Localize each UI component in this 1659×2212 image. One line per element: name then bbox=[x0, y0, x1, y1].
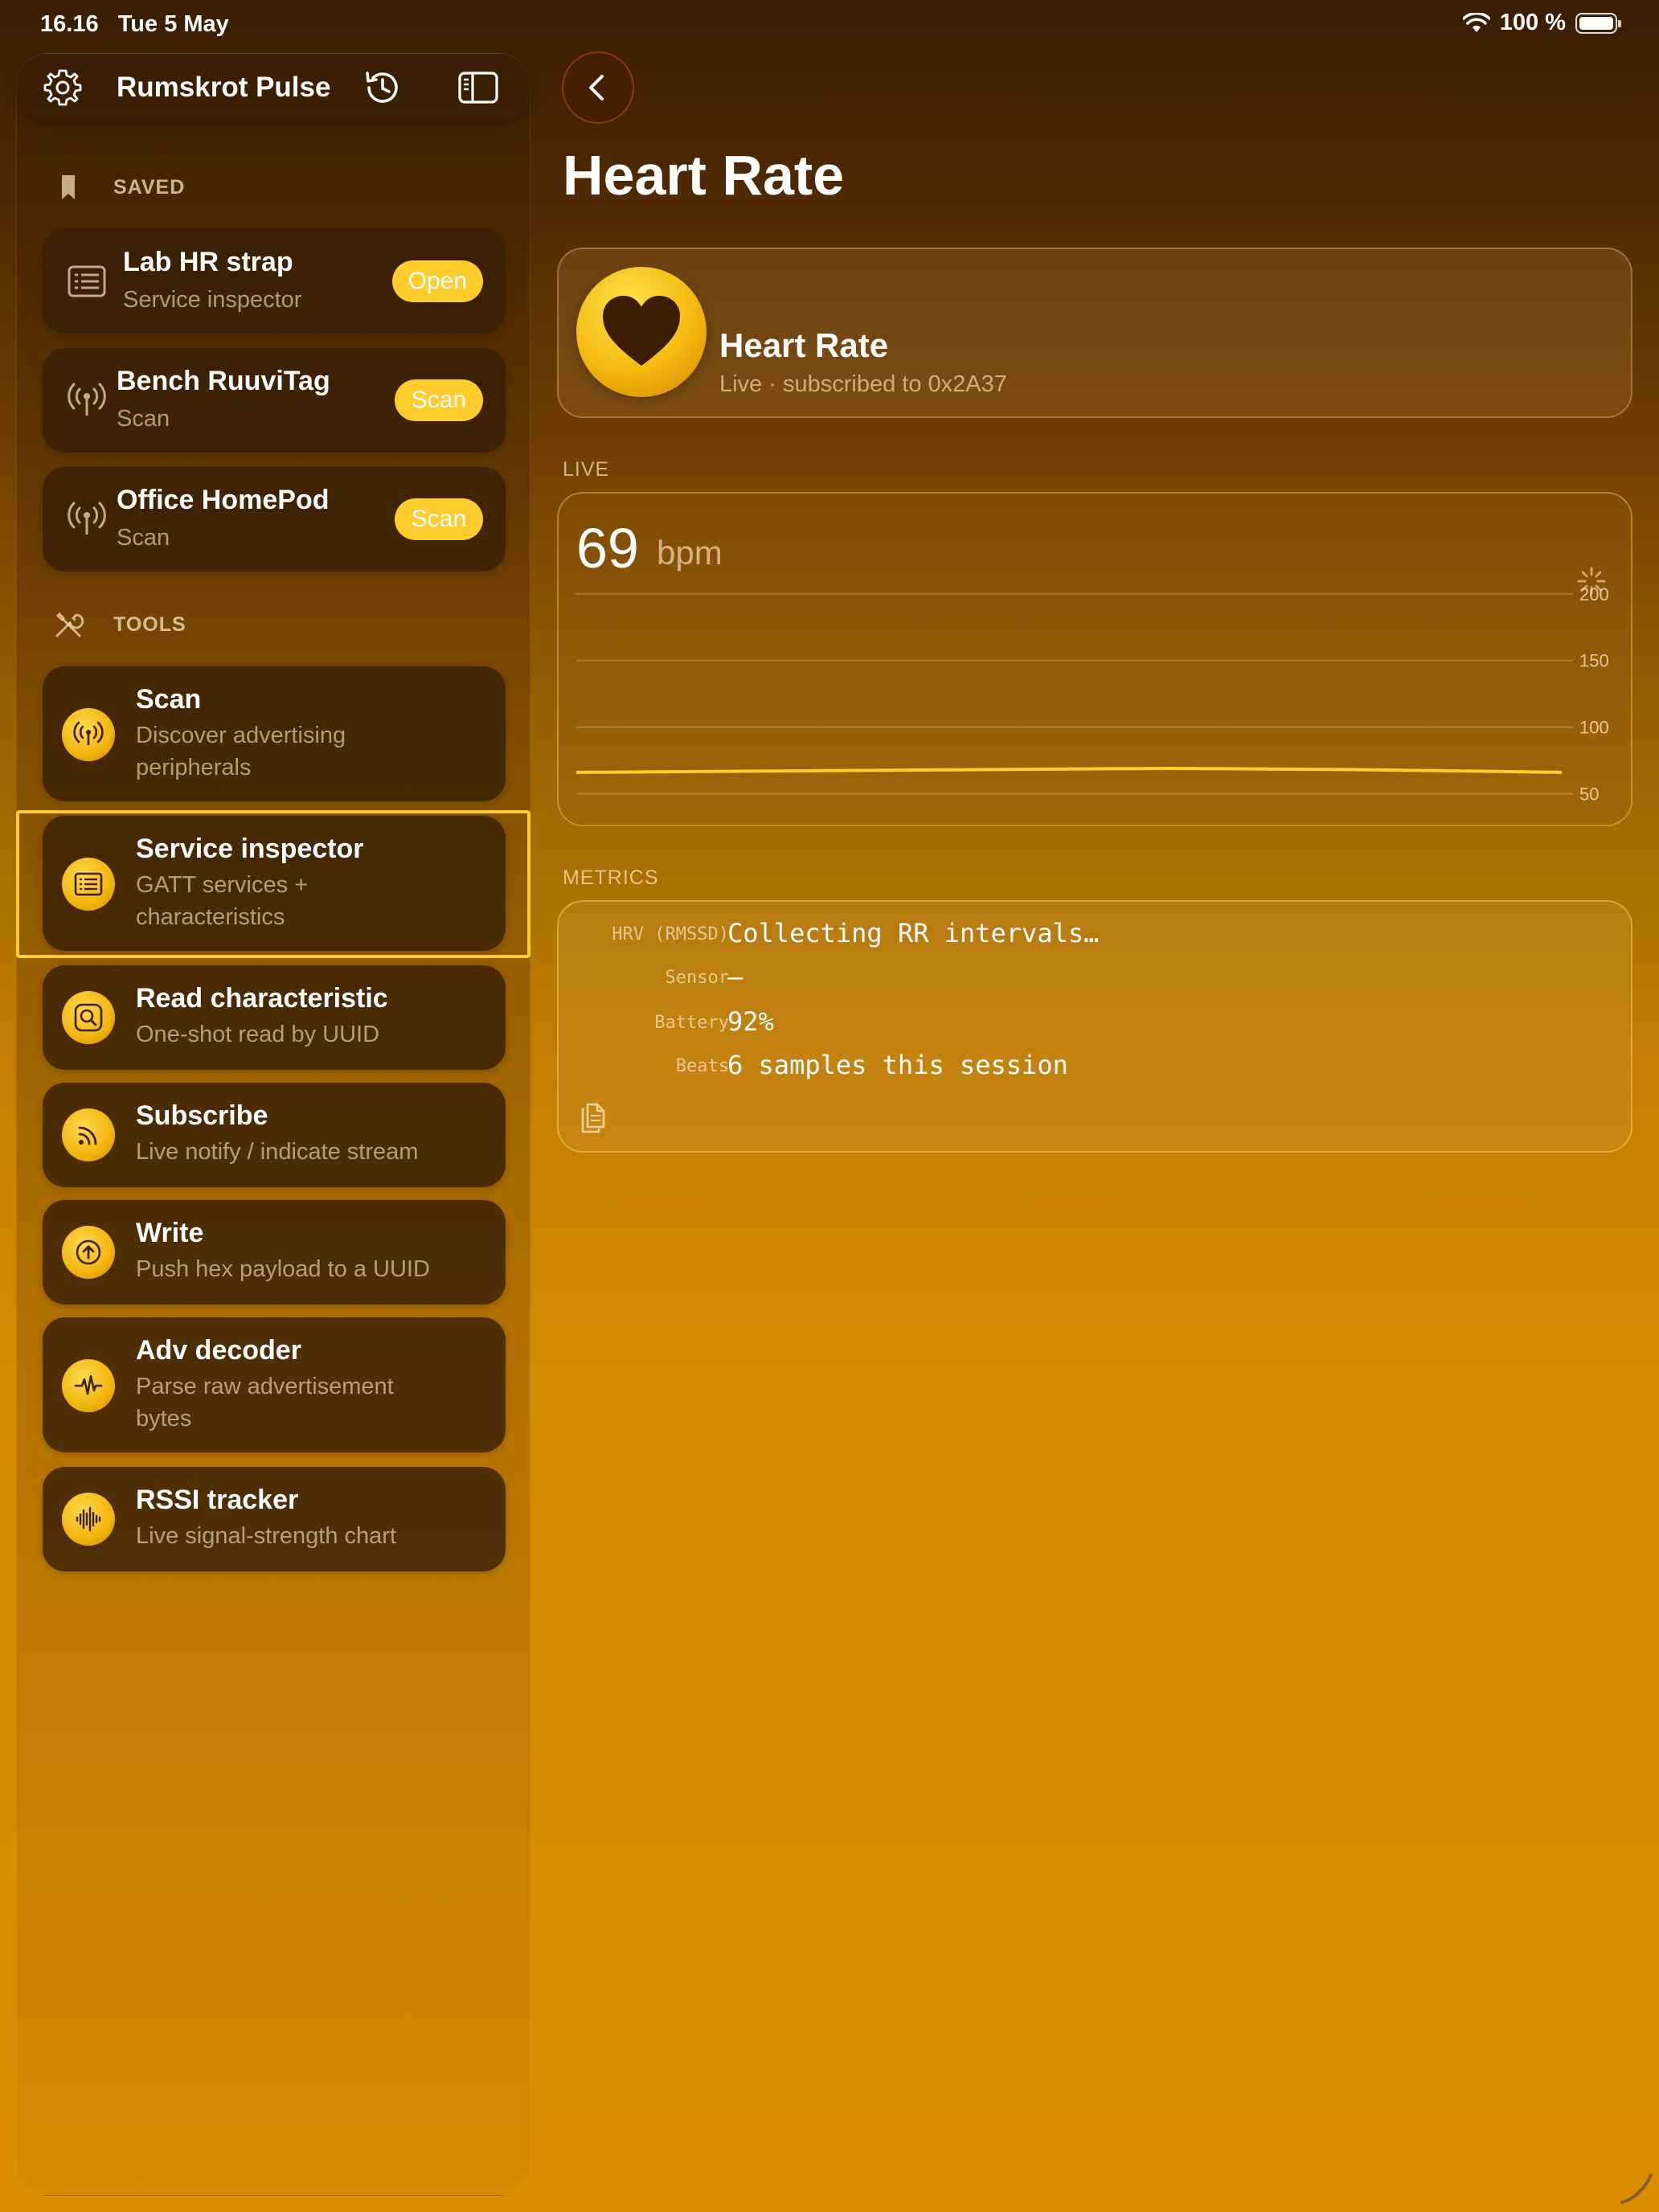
tool-adv-decoder[interactable]: Adv decoder Parse raw advertisement byte… bbox=[43, 1317, 506, 1452]
metric-row-hrv: HRV (RMSSD) Collecting RR intervals… bbox=[559, 918, 1634, 958]
tool-title: Scan bbox=[136, 684, 202, 715]
y-tick-label: 100 bbox=[1579, 718, 1609, 738]
tool-subtitle: Live signal-strength chart bbox=[136, 1523, 396, 1549]
metric-key: Beats bbox=[675, 1056, 729, 1076]
scan-button[interactable]: Scan bbox=[395, 498, 483, 540]
y-tick-label: 150 bbox=[1579, 651, 1609, 671]
metrics-section-title: METRICS bbox=[563, 866, 659, 889]
upload-icon bbox=[62, 1226, 115, 1279]
tool-subtitle: One-shot read by UUID bbox=[136, 1022, 380, 1047]
characteristic-header-card: Heart Rate Live · subscribed to 0x2A37 bbox=[557, 248, 1632, 418]
list-icon bbox=[62, 858, 115, 911]
metric-key: Sensor bbox=[665, 968, 729, 988]
metrics-card: HRV (RMSSD) Collecting RR intervals… Sen… bbox=[557, 900, 1632, 1153]
metric-key: HRV (RMSSD) bbox=[612, 924, 729, 944]
page-title: Heart Rate bbox=[563, 144, 845, 207]
copy-icon[interactable] bbox=[576, 1098, 612, 1133]
y-tick-label: 50 bbox=[1579, 784, 1599, 804]
sidebar-toggle-icon[interactable] bbox=[457, 68, 499, 107]
signal-wave-icon bbox=[62, 1493, 115, 1546]
saved-item-subtitle: Service inspector bbox=[123, 287, 302, 313]
tool-subtitle: Push hex payload to a UUID bbox=[136, 1256, 430, 1282]
app-title: Rumskrot Pulse bbox=[117, 72, 331, 103]
saved-item-lab-hr-strap[interactable]: Lab HR strap Service inspector Open bbox=[43, 229, 506, 334]
status-time: 16.16 Tue 5 May bbox=[40, 11, 229, 38]
antenna-icon bbox=[62, 708, 115, 761]
tool-title: Adv decoder bbox=[136, 1335, 301, 1366]
status-clock: 16.16 bbox=[40, 11, 99, 37]
tool-title: Read characteristic bbox=[136, 983, 388, 1014]
tool-subtitle-line-1: Discover advertising bbox=[136, 723, 346, 748]
status-date: Tue 5 May bbox=[117, 11, 229, 37]
saved-item-office-homepod[interactable]: Office HomePod Scan Scan bbox=[43, 467, 506, 571]
tool-subtitle-line-1: GATT services + bbox=[136, 872, 309, 898]
antenna-icon bbox=[68, 502, 106, 535]
metric-row-sensor: Sensor — bbox=[559, 961, 1634, 1002]
tools-section-title: TOOLS bbox=[113, 613, 186, 636]
status-indicators: 100 % bbox=[1462, 10, 1621, 36]
service-inspector-icon bbox=[68, 265, 106, 297]
wifi-icon bbox=[1462, 12, 1490, 32]
metric-value: — bbox=[727, 961, 743, 992]
live-chart-card: 69 bpm 200 150 100 50 bbox=[557, 492, 1632, 826]
tool-rssi-tracker[interactable]: RSSI tracker Live signal-strength chart bbox=[43, 1467, 506, 1571]
y-tick-label: 200 bbox=[1579, 584, 1609, 604]
battery-percentage: 100 % bbox=[1499, 10, 1566, 35]
waveform-icon bbox=[62, 1359, 115, 1412]
tool-read-characteristic[interactable]: Read characteristic One-shot read by UUI… bbox=[43, 965, 506, 1070]
heart-icon bbox=[576, 267, 707, 397]
tool-title: Write bbox=[136, 1218, 204, 1248]
metric-value: Collecting RR intervals… bbox=[727, 918, 1100, 948]
bookmark-icon bbox=[62, 175, 75, 199]
saved-item-subtitle: Scan bbox=[117, 525, 170, 551]
scroll-indicator-icon bbox=[1620, 2173, 1653, 2204]
metric-key: Battery bbox=[654, 1013, 729, 1033]
tool-subtitle-line-1: Parse raw advertisement bbox=[136, 1374, 394, 1399]
sidebar: Rumskrot Pulse SAVED Lab HR strap Servic… bbox=[16, 53, 531, 2196]
metric-value: 92% bbox=[727, 1006, 774, 1037]
history-icon[interactable] bbox=[361, 67, 403, 109]
chevron-left-icon bbox=[589, 75, 604, 100]
open-button[interactable]: Open bbox=[391, 260, 483, 302]
live-section-title: LIVE bbox=[563, 458, 610, 481]
tool-subtitle-line-2: peripherals bbox=[136, 755, 252, 780]
tool-title: RSSI tracker bbox=[136, 1485, 299, 1515]
saved-section-title: SAVED bbox=[113, 176, 186, 199]
heart-rate-series-line bbox=[576, 766, 1563, 774]
characteristic-title: Heart Rate bbox=[719, 326, 889, 364]
tool-write[interactable]: Write Push hex payload to a UUID bbox=[43, 1200, 506, 1305]
saved-item-title: Office HomePod bbox=[117, 485, 330, 515]
scan-button[interactable]: Scan bbox=[395, 379, 483, 421]
tools-icon bbox=[55, 612, 84, 637]
characteristic-subtitle: Live · subscribed to 0x2A37 bbox=[719, 371, 1007, 397]
tool-subtitle-line-2: characteristics bbox=[136, 904, 285, 930]
tool-scan[interactable]: Scan Discover advertising peripherals bbox=[43, 666, 506, 801]
tool-title: Service inspector bbox=[136, 834, 364, 864]
status-bar: 16.16 Tue 5 May 100 % bbox=[0, 0, 1659, 51]
gear-icon[interactable] bbox=[43, 68, 83, 108]
tool-subscribe[interactable]: Subscribe Live notify / indicate stream bbox=[43, 1083, 506, 1187]
saved-item-title: Lab HR strap bbox=[123, 247, 293, 277]
rss-icon bbox=[62, 1108, 115, 1161]
battery-icon bbox=[1575, 12, 1621, 34]
antenna-icon bbox=[68, 383, 106, 416]
sidebar-header: Rumskrot Pulse bbox=[17, 54, 531, 121]
saved-item-bench-ruuvitag[interactable]: Bench RuuviTag Scan Scan bbox=[43, 348, 506, 453]
tool-subtitle-line-2: bytes bbox=[136, 1406, 192, 1432]
tool-service-inspector[interactable]: Service inspector GATT services + charac… bbox=[43, 816, 506, 951]
saved-item-subtitle: Scan bbox=[117, 406, 170, 432]
tool-title: Subscribe bbox=[136, 1100, 268, 1131]
tool-subtitle: Live notify / indicate stream bbox=[136, 1139, 419, 1165]
magnifier-icon bbox=[62, 991, 115, 1044]
metric-row-battery: Battery 92% bbox=[559, 1006, 1634, 1047]
back-button[interactable] bbox=[562, 51, 634, 124]
saved-item-title: Bench RuuviTag bbox=[117, 366, 330, 396]
heart-rate-chart: 200 150 100 50 bbox=[576, 584, 1609, 804]
metric-value: 6 samples this session bbox=[727, 1050, 1068, 1080]
metric-row-beats: Beats 6 samples this session bbox=[559, 1050, 1634, 1090]
